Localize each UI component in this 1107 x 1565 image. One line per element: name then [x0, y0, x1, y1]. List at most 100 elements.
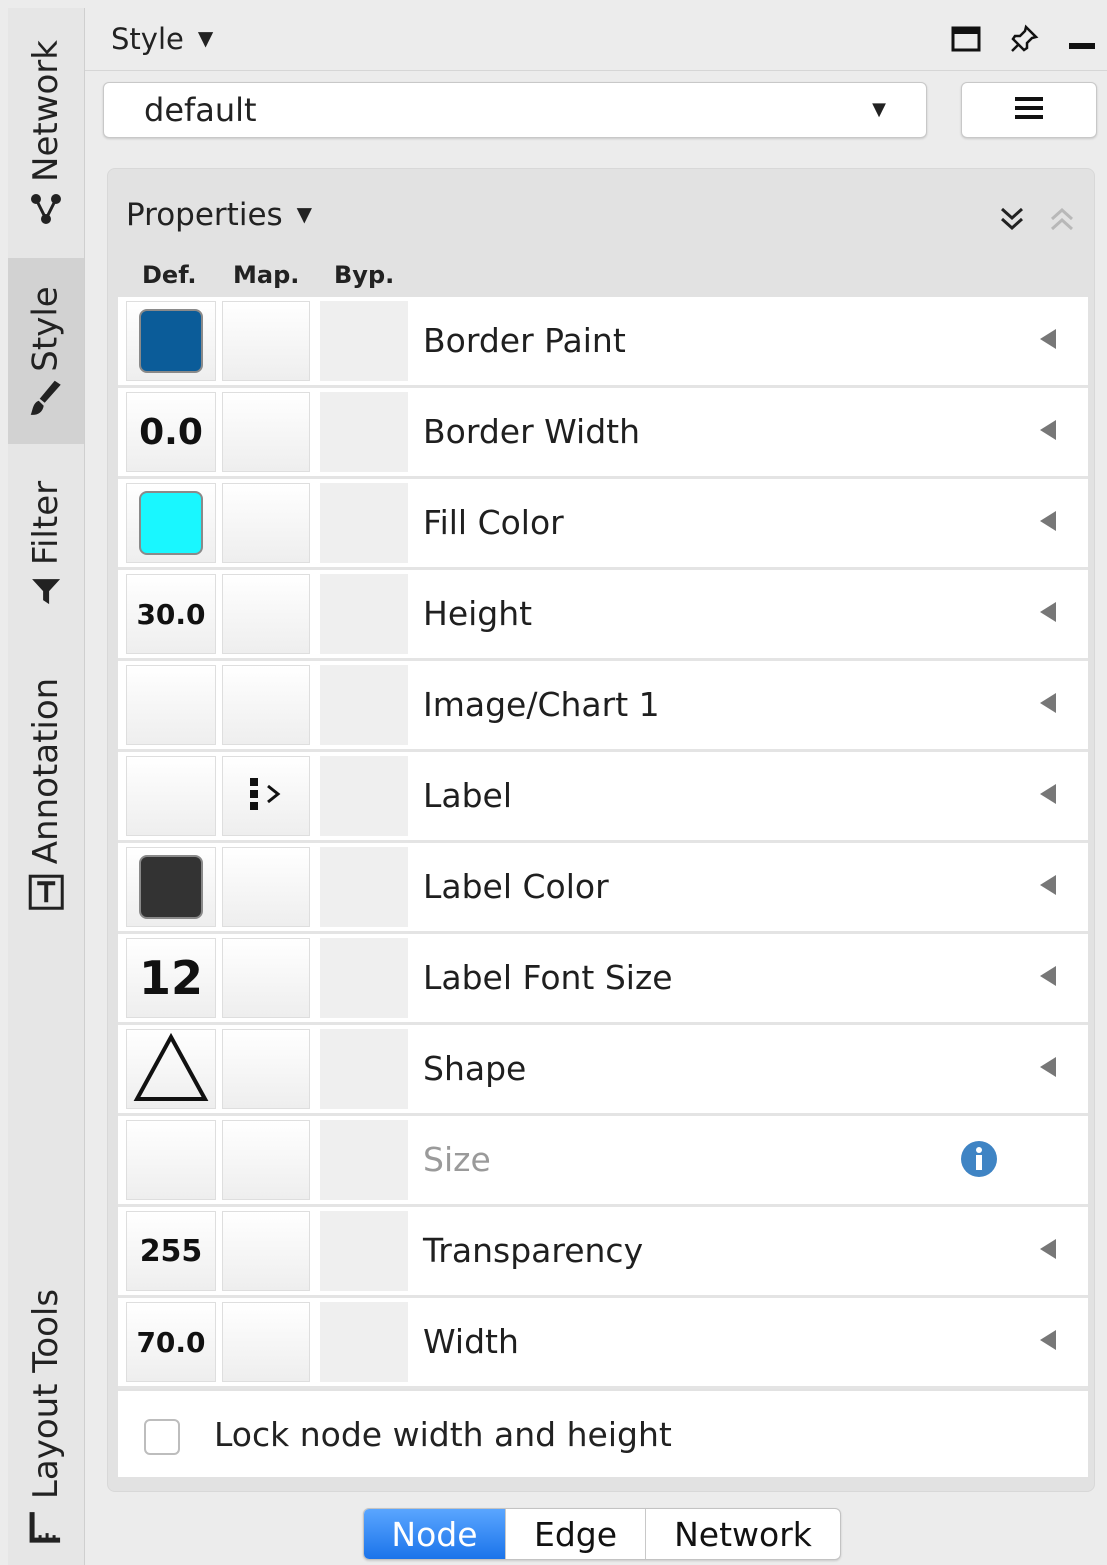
mapping-cell[interactable]	[222, 301, 310, 381]
property-row[interactable]: Border Paint	[118, 297, 1088, 388]
properties-panel: Properties ▼ Def. Map. Byp. Border Paint 0…	[107, 168, 1095, 1492]
tab-node[interactable]: Node	[364, 1509, 506, 1559]
pin-icon[interactable]	[1009, 24, 1039, 58]
default-value-cell[interactable]	[126, 1120, 216, 1200]
mapping-cell[interactable]	[222, 392, 310, 472]
mapping-cell[interactable]	[222, 574, 310, 654]
tab-network[interactable]: Network	[8, 8, 84, 258]
mapping-cell[interactable]	[222, 1120, 310, 1200]
tab-annotation-label: Annotation	[26, 677, 67, 865]
expand-row-icon[interactable]	[1038, 1328, 1058, 1356]
expand-row-icon[interactable]	[1038, 509, 1058, 537]
network-icon	[29, 192, 63, 226]
bypass-cell[interactable]	[320, 938, 408, 1018]
lock-size-label: Lock node width and height	[214, 1415, 672, 1454]
tab-style-label: Style	[26, 286, 66, 372]
tab-network-style[interactable]: Network	[646, 1509, 840, 1559]
maximize-icon[interactable]	[951, 26, 981, 56]
bypass-cell[interactable]	[320, 574, 408, 654]
bypass-cell[interactable]	[320, 756, 408, 836]
properties-dropdown[interactable]: Properties ▼	[126, 197, 312, 233]
mapping-cell[interactable]	[222, 847, 310, 927]
panel-title-dropdown[interactable]: Style ▼	[111, 22, 213, 56]
property-row[interactable]: Size	[118, 1116, 1088, 1207]
chevron-down-icon: ▼	[872, 99, 886, 120]
default-value-cell[interactable]: 70.0	[126, 1302, 216, 1382]
panel-title: Style	[111, 22, 184, 56]
text-box-icon	[28, 874, 64, 910]
column-header-bypass: Byp.	[334, 261, 395, 289]
expand-row-icon[interactable]	[1038, 782, 1058, 810]
bypass-cell[interactable]	[320, 301, 408, 381]
property-row[interactable]: Label Color	[118, 843, 1088, 934]
collapse-all-icon[interactable]	[1048, 205, 1076, 237]
property-name: Shape	[423, 1049, 527, 1088]
property-row[interactable]: 30.0 Height	[118, 570, 1088, 661]
bypass-cell[interactable]	[320, 483, 408, 563]
bypass-cell[interactable]	[320, 392, 408, 472]
default-value: 30.0	[136, 597, 206, 631]
property-name: Height	[423, 594, 533, 633]
expand-all-icon[interactable]	[998, 205, 1026, 237]
mapping-cell[interactable]	[222, 1211, 310, 1291]
bypass-cell[interactable]	[320, 1120, 408, 1200]
tab-filter[interactable]: Filter	[8, 444, 84, 644]
expand-row-icon[interactable]	[1038, 873, 1058, 901]
default-value: 0.0	[139, 411, 203, 453]
default-value-cell[interactable]: 255	[126, 1211, 216, 1291]
tab-style[interactable]: Style	[8, 258, 84, 444]
style-dropdown[interactable]: default ▼	[103, 82, 927, 138]
property-row[interactable]: 12 Label Font Size	[118, 934, 1088, 1025]
info-icon[interactable]	[960, 1140, 998, 1182]
default-value-cell[interactable]: 12	[126, 938, 216, 1018]
bypass-cell[interactable]	[320, 847, 408, 927]
style-options-button[interactable]	[961, 82, 1097, 138]
property-row[interactable]: Fill Color	[118, 479, 1088, 570]
lock-size-checkbox[interactable]	[144, 1419, 180, 1455]
caret-down-icon: ▼	[296, 202, 313, 226]
bypass-cell[interactable]	[320, 1029, 408, 1109]
color-swatch	[139, 491, 203, 555]
tab-layout-tools-label: Layout Tools	[26, 1288, 66, 1500]
column-header-default: Def.	[142, 261, 197, 289]
mapping-cell[interactable]	[222, 1302, 310, 1382]
minimize-icon[interactable]	[1067, 26, 1097, 56]
expand-row-icon[interactable]	[1038, 600, 1058, 628]
lock-size-row: Lock node width and height	[118, 1391, 1088, 1477]
mapping-cell[interactable]	[222, 938, 310, 1018]
expand-row-icon[interactable]	[1038, 964, 1058, 992]
expand-row-icon[interactable]	[1038, 1237, 1058, 1265]
default-value-cell[interactable]	[126, 1029, 216, 1109]
bypass-cell[interactable]	[320, 1211, 408, 1291]
default-value-cell[interactable]	[126, 756, 216, 836]
bypass-cell[interactable]	[320, 1302, 408, 1382]
tab-layout-tools[interactable]: Layout Tools	[8, 1268, 84, 1564]
property-name: Label Font Size	[423, 958, 673, 997]
tab-edge[interactable]: Edge	[506, 1509, 646, 1559]
mapping-cell[interactable]	[222, 1029, 310, 1109]
default-value-cell[interactable]	[126, 665, 216, 745]
mapping-cell[interactable]	[222, 756, 310, 836]
expand-row-icon[interactable]	[1038, 327, 1058, 355]
default-value-cell[interactable]	[126, 847, 216, 927]
expand-row-icon[interactable]	[1038, 691, 1058, 719]
bypass-cell[interactable]	[320, 665, 408, 745]
default-value-cell[interactable]	[126, 301, 216, 381]
mapping-cell[interactable]	[222, 483, 310, 563]
property-row[interactable]: Image/Chart 1	[118, 661, 1088, 752]
mapping-cell[interactable]	[222, 665, 310, 745]
property-name: Width	[423, 1322, 519, 1361]
caret-down-icon: ▼	[197, 26, 214, 50]
property-row[interactable]: Shape	[118, 1025, 1088, 1116]
default-value-cell[interactable]	[126, 483, 216, 563]
property-row[interactable]: 0.0 Border Width	[118, 388, 1088, 479]
panel-titlebar: Style ▼	[85, 8, 1107, 71]
default-value-cell[interactable]: 30.0	[126, 574, 216, 654]
expand-row-icon[interactable]	[1038, 1055, 1058, 1083]
property-row[interactable]: 255 Transparency	[118, 1207, 1088, 1298]
default-value-cell[interactable]: 0.0	[126, 392, 216, 472]
property-row[interactable]: Label	[118, 752, 1088, 843]
expand-row-icon[interactable]	[1038, 418, 1058, 446]
property-row[interactable]: 70.0 Width	[118, 1298, 1088, 1389]
tab-annotation[interactable]: Annotation	[8, 644, 84, 944]
